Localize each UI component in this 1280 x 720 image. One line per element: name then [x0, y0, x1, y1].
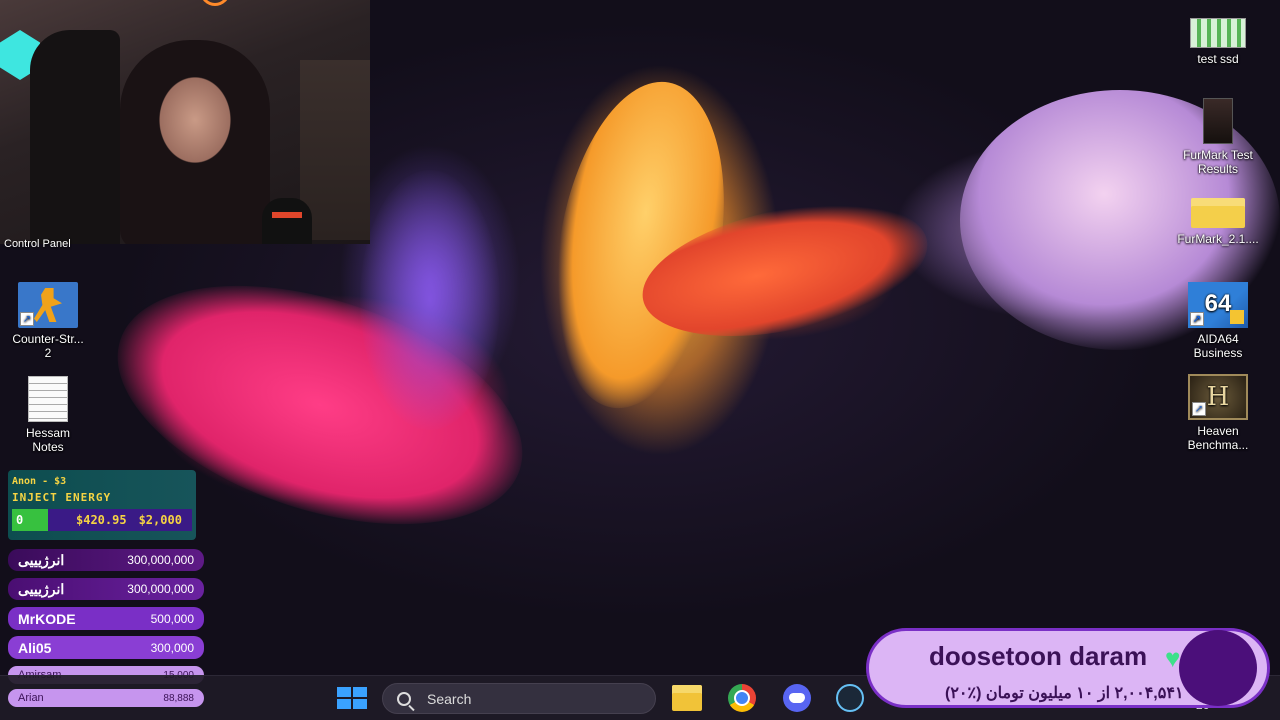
- donor-row: Arian 88,888: [8, 689, 204, 707]
- aida64-glyph: 64: [1204, 290, 1232, 317]
- document-icon: [1203, 98, 1233, 144]
- donor-name: Ali05: [18, 639, 52, 656]
- donor-name: انرژیییی: [18, 551, 65, 568]
- desktop-icon-counter-strike-2[interactable]: ↗ Counter-Str... 2: [0, 282, 96, 360]
- wallpaper-blue-petal: [360, 170, 500, 430]
- icon-label-line2: Results: [1197, 162, 1238, 176]
- shortcut-arrow-icon: ↗: [20, 312, 34, 326]
- energy-progress-bar: 0 $420.95 $2,000: [12, 509, 192, 531]
- streamer: [120, 40, 270, 244]
- shortcut-arrow-icon: ↗: [1190, 312, 1204, 326]
- icon-label-line2: Business: [1193, 346, 1243, 360]
- donor-name: Arian: [18, 692, 44, 704]
- donor-amount: 500,000: [150, 611, 194, 626]
- icon-label: FurMark_2.1....: [1177, 232, 1259, 246]
- icon-label-line1: Heaven: [1197, 424, 1239, 438]
- alert-progress-text: ۲,۰۰۴,۵۴۱ از ۱۰ میلیون تومان (٪۲۰): [945, 685, 1184, 702]
- widget-title: INJECT ENERGY: [12, 491, 112, 504]
- search-icon: [397, 691, 411, 706]
- donor-name: MrKODE: [18, 610, 76, 627]
- control-panel-label[interactable]: Control Panel: [4, 238, 71, 250]
- donor-amount: 300,000,000: [127, 553, 194, 567]
- aida64-icon: 64 ↗: [1188, 282, 1248, 328]
- alert-orb: [1179, 630, 1257, 706]
- chrome-icon[interactable]: [728, 684, 756, 712]
- icon-label-line2: 2: [44, 346, 52, 360]
- taskbar-search[interactable]: Search: [382, 683, 656, 714]
- desktop-icon-furmark-results[interactable]: FurMark Test Results: [1170, 98, 1266, 176]
- icon-label-line2: Notes: [32, 440, 64, 454]
- folder-icon: [1191, 198, 1245, 228]
- energy-goal: $2,000: [138, 513, 182, 527]
- heaven-benchmark-icon: H ↗: [1188, 374, 1248, 420]
- file-explorer-icon[interactable]: [672, 685, 702, 711]
- icon-label-line1: FurMark Test: [1183, 148, 1253, 162]
- start-button[interactable]: [337, 687, 367, 709]
- donor-row: Ali05 300,000: [8, 636, 204, 659]
- icon-label-line2: Benchma...: [1187, 438, 1249, 452]
- desktop-icon-heaven-benchmark[interactable]: H ↗ Heaven Benchma...: [1170, 374, 1266, 452]
- icon-label-line1: Hessam: [25, 426, 70, 440]
- last-donor: Anon - $3: [12, 476, 67, 487]
- steam-icon[interactable]: [836, 684, 864, 712]
- microphone: [262, 198, 312, 244]
- shortcut-arrow-icon: ↗: [1192, 402, 1206, 416]
- icon-label-line1: Counter-Str...: [12, 332, 84, 346]
- donor-amount: 300,000,000: [127, 582, 194, 596]
- image-file-icon: [1190, 18, 1246, 48]
- webcam-overlay: [0, 0, 370, 244]
- inject-energy-widget: Anon - $3 INJECT ENERGY 0 $420.95 $2,000: [8, 470, 196, 540]
- icon-label-line1: AIDA64: [1197, 332, 1239, 346]
- desktop-icon-test-ssd[interactable]: test ssd: [1170, 14, 1266, 66]
- donation-alert: doosetoon daram ♥ ۲,۰۰۴,۵۴۱ از ۱۰ میلیون…: [866, 628, 1270, 708]
- donor-row: انرژیییی 300,000,000: [8, 549, 204, 571]
- gaming-chair: [30, 30, 120, 244]
- donor-row: انرژیییی 300,000,000: [8, 578, 204, 600]
- desktop-icon-furmark-folder[interactable]: FurMark_2.1....: [1170, 186, 1266, 246]
- desktop-icon-aida64[interactable]: 64 ↗ AIDA64 Business: [1170, 282, 1266, 360]
- search-placeholder: Search: [427, 690, 472, 707]
- heaven-glyph: H: [1206, 382, 1230, 412]
- notepad-icon: [28, 376, 68, 422]
- counter-strike-icon: ↗: [18, 282, 78, 328]
- energy-current: $420.95: [76, 513, 127, 527]
- donor-row: MrKODE 500,000: [8, 607, 204, 630]
- donor-amount: 300,000: [150, 640, 194, 655]
- neon-light: [200, 0, 230, 6]
- desktop-icon-hessam-notes[interactable]: Hessam Notes: [0, 376, 96, 454]
- donor-name: انرژیییی: [18, 580, 65, 597]
- energy-count: 0: [12, 509, 48, 531]
- donor-amount: 88,888: [163, 692, 194, 704]
- discord-icon[interactable]: [783, 684, 811, 712]
- alert-name: doosetoon daram: [929, 641, 1148, 671]
- icon-label: test ssd: [1197, 52, 1239, 66]
